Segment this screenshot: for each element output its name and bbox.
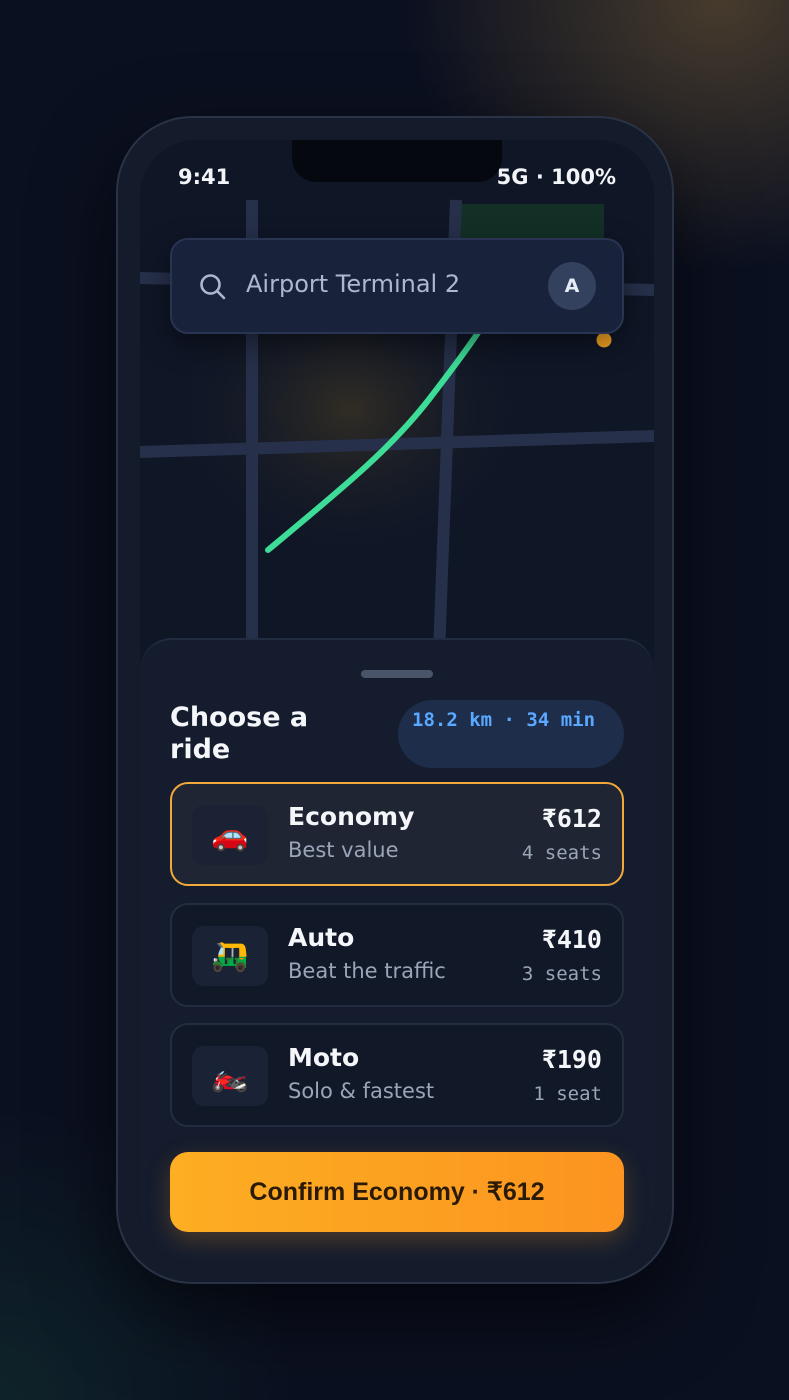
status-time: 9:41: [178, 165, 231, 189]
ride-seats: 3 seats: [521, 963, 602, 985]
ride-name: Auto: [288, 923, 355, 952]
ride-seats: 4 seats: [521, 842, 602, 864]
sheet-title: Choose a ride: [170, 702, 309, 765]
ride-price: ₹612: [541, 804, 602, 833]
sheet-grabber[interactable]: [361, 670, 433, 678]
avatar[interactable]: A: [548, 262, 596, 310]
auto-rickshaw-icon: 🛺: [192, 926, 268, 986]
ride-price: ₹410: [541, 925, 602, 954]
ride-subtitle: Beat the traffic: [288, 959, 446, 983]
ride-option-moto[interactable]: 🏍️ Moto Solo & fastest ₹190 1 seat: [170, 1023, 624, 1127]
search-icon: [200, 274, 226, 300]
ride-option-auto[interactable]: 🛺 Auto Beat the traffic ₹410 3 seats: [170, 903, 624, 1007]
ride-option-economy[interactable]: 🚗 Economy Best value ₹612 4 seats: [170, 782, 624, 886]
status-network: 5G · 100%: [496, 165, 616, 189]
ride-name: Economy: [288, 802, 415, 831]
motorcycle-icon: 🏍️: [192, 1046, 268, 1106]
ride-subtitle: Best value: [288, 838, 399, 862]
notch: [292, 140, 502, 182]
phone-frame: 9:41 5G · 100% Airport Terminal 2 A Choo…: [116, 116, 674, 1284]
search-input[interactable]: Airport Terminal 2: [246, 270, 460, 298]
search-bar[interactable]: Airport Terminal 2 A: [170, 238, 624, 334]
destination-marker: [596, 332, 612, 348]
ride-seats: 1 seat: [533, 1083, 602, 1105]
car-icon: 🚗: [192, 805, 268, 865]
confirm-button[interactable]: Confirm Economy · ₹612: [170, 1152, 624, 1232]
ride-subtitle: Solo & fastest: [288, 1079, 435, 1103]
trip-info-chip: 18.2 km · 34 min: [398, 700, 624, 768]
phone-screen: 9:41 5G · 100% Airport Terminal 2 A Choo…: [140, 140, 654, 1264]
map-view[interactable]: [140, 140, 654, 680]
ride-price: ₹190: [541, 1045, 602, 1074]
ride-sheet: Choose a ride 18.2 km · 34 min 🚗 Economy…: [140, 638, 654, 1264]
ride-name: Moto: [288, 1043, 360, 1072]
